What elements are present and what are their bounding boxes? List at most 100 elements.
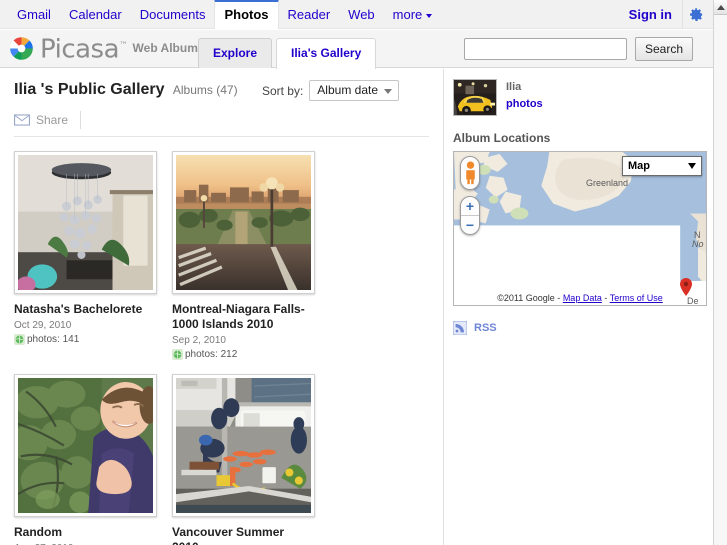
share-label: Share xyxy=(36,112,69,127)
sort-control: Sort by: Album date xyxy=(262,80,399,101)
vertical-scrollbar[interactable] xyxy=(713,0,727,545)
scrollbar-track[interactable] xyxy=(714,15,727,545)
google-nav-right: Sign in xyxy=(619,0,713,29)
picasa-logo-subtitle: Web Albums xyxy=(132,41,205,56)
terms-of-use-link[interactable]: Terms of Use xyxy=(610,293,663,303)
gbar-link-reader[interactable]: Reader xyxy=(279,1,340,29)
chevron-down-icon xyxy=(426,13,433,18)
map-zoom-out-button[interactable]: − xyxy=(461,216,479,234)
gbar-more-label: more xyxy=(392,6,423,22)
picasa-logo[interactable]: Picasa™ Web Albums xyxy=(8,33,205,64)
album-thumbnail[interactable] xyxy=(172,151,315,294)
rss-link[interactable]: RSS xyxy=(453,321,713,335)
picasa-tabs: Explore Ilia's Gallery xyxy=(198,38,380,69)
street-view-pegman-icon xyxy=(465,161,475,185)
map-type-dropdown[interactable]: Map xyxy=(622,156,702,176)
chevron-down-icon xyxy=(688,163,696,169)
album-photo-count: photos: 141 xyxy=(14,334,172,345)
profile-photos-link[interactable]: photos xyxy=(506,98,543,110)
sign-in-link[interactable]: Sign in xyxy=(619,7,682,22)
album-title[interactable]: Random xyxy=(14,525,154,540)
globe-icon xyxy=(172,349,183,360)
album-title[interactable]: Montreal-Niagara Falls-1000 Islands 2010 xyxy=(172,302,312,332)
chandelier-photo xyxy=(18,155,153,290)
album-locations-map[interactable]: + − Map Greenland N No De ©2011 Google -… xyxy=(453,151,707,306)
map-attribution: ©2011 Google - Map Data - Terms of Use xyxy=(454,293,706,303)
scroll-up-button[interactable] xyxy=(714,0,727,15)
gbar-link-photos[interactable]: Photos xyxy=(214,0,279,29)
map-copyright: ©2011 Google xyxy=(497,293,555,303)
profile-name: Ilia xyxy=(506,81,522,93)
gbar-more-menu[interactable]: more xyxy=(384,1,439,29)
picasa-header: Picasa™ Web Albums Explore Ilia's Galler… xyxy=(0,30,713,69)
album-photo-count-label: photos: 141 xyxy=(27,334,80,345)
gallery-header-row: Ilia 's Public Gallery Albums (47) Sort … xyxy=(0,69,443,103)
sort-dropdown[interactable]: Album date xyxy=(309,80,399,101)
tab-ilias-gallery[interactable]: Ilia's Gallery xyxy=(276,38,377,69)
search-input[interactable] xyxy=(463,38,627,60)
gallery-content: Ilia 's Public Gallery Albums (47) Sort … xyxy=(0,69,444,545)
gbar-link-gmail[interactable]: Gmail xyxy=(8,1,60,29)
picasa-wordmark: Picasa xyxy=(40,34,120,65)
album-card: Random Aug 27, 2010 photos: 19 xyxy=(14,374,172,545)
map-label-no: No xyxy=(692,239,704,249)
settings-button[interactable] xyxy=(682,0,709,29)
scroll-up-arrow-icon xyxy=(717,4,725,10)
album-date: Oct 29, 2010 xyxy=(14,320,72,331)
album-grid: Natasha's Bachelorete Oct 29, 2010 photo… xyxy=(0,137,443,545)
share-button[interactable]: Share xyxy=(14,113,80,127)
album-locations-title: Album Locations xyxy=(453,131,551,145)
album-thumbnail[interactable] xyxy=(14,151,157,294)
sort-label: Sort by: xyxy=(261,83,304,98)
profile-info: Ilia photos xyxy=(506,79,543,110)
profile-block: Ilia photos xyxy=(445,69,713,116)
sunset-city-road-photo xyxy=(176,155,311,290)
street-view-pegman-button[interactable] xyxy=(460,156,480,190)
gallery-toolbar: Share xyxy=(14,109,429,137)
sunset-city-road-photo-graphic xyxy=(176,155,311,290)
chandelier-photo-graphic xyxy=(18,155,153,290)
picasa-logo-text: Picasa™ xyxy=(40,33,128,64)
toolbar-divider xyxy=(80,110,82,129)
envelope-icon xyxy=(14,113,30,126)
gbar-link-web[interactable]: Web xyxy=(339,1,384,29)
search-button[interactable]: Search xyxy=(634,37,693,61)
map-zoom-in-button[interactable]: + xyxy=(461,197,479,215)
album-card: Natasha's Bachelorete Oct 29, 2010 photo… xyxy=(14,151,172,360)
globe-icon xyxy=(14,334,25,345)
map-label-greenland: Greenland xyxy=(586,178,629,188)
album-count: Albums (47) xyxy=(172,83,238,97)
rss-icon xyxy=(453,321,467,335)
album-card: Vancouver Summer 2010 xyxy=(172,374,330,545)
tab-explore[interactable]: Explore xyxy=(198,38,273,68)
marina-dock-photo xyxy=(176,378,311,513)
map-type-label: Map xyxy=(628,160,650,172)
woman-in-greenery-photo xyxy=(18,378,153,513)
gbar-link-documents[interactable]: Documents xyxy=(131,1,215,29)
trademark-symbol: ™ xyxy=(119,41,128,51)
album-title[interactable]: Vancouver Summer 2010 xyxy=(172,525,312,545)
avatar[interactable] xyxy=(453,79,497,116)
woman-in-greenery-photo-graphic xyxy=(18,378,153,513)
gear-icon xyxy=(689,7,702,21)
album-photo-count-label: photos: 212 xyxy=(185,349,238,360)
map-zoom-controls: + − xyxy=(460,196,480,235)
album-date: Sep 2, 2010 xyxy=(172,335,226,346)
gbar-link-calendar[interactable]: Calendar xyxy=(60,1,131,29)
album-thumbnail[interactable] xyxy=(14,374,157,517)
map-data-link[interactable]: Map Data xyxy=(563,293,602,303)
sort-selected-value: Album date xyxy=(317,83,378,97)
google-top-nav-bar: Gmail Calendar Documents Photos Reader W… xyxy=(0,0,713,29)
attr-sep-2: - xyxy=(604,293,608,303)
album-title[interactable]: Natasha's Bachelorete xyxy=(14,302,154,317)
right-sidebar: Ilia photos Album Locations + − Map Gree… xyxy=(445,69,713,545)
search-area: Search xyxy=(463,37,693,61)
album-card: Montreal-Niagara Falls-1000 Islands 2010… xyxy=(172,151,330,360)
chevron-down-icon xyxy=(384,89,392,94)
picasa-pinwheel-icon xyxy=(10,37,33,60)
google-nav-links: Gmail Calendar Documents Photos Reader W… xyxy=(0,0,438,29)
attr-sep-1: - xyxy=(557,293,561,303)
album-thumbnail[interactable] xyxy=(172,374,315,517)
rss-label: RSS xyxy=(474,322,497,334)
page-title: Ilia 's Public Gallery xyxy=(14,81,165,98)
